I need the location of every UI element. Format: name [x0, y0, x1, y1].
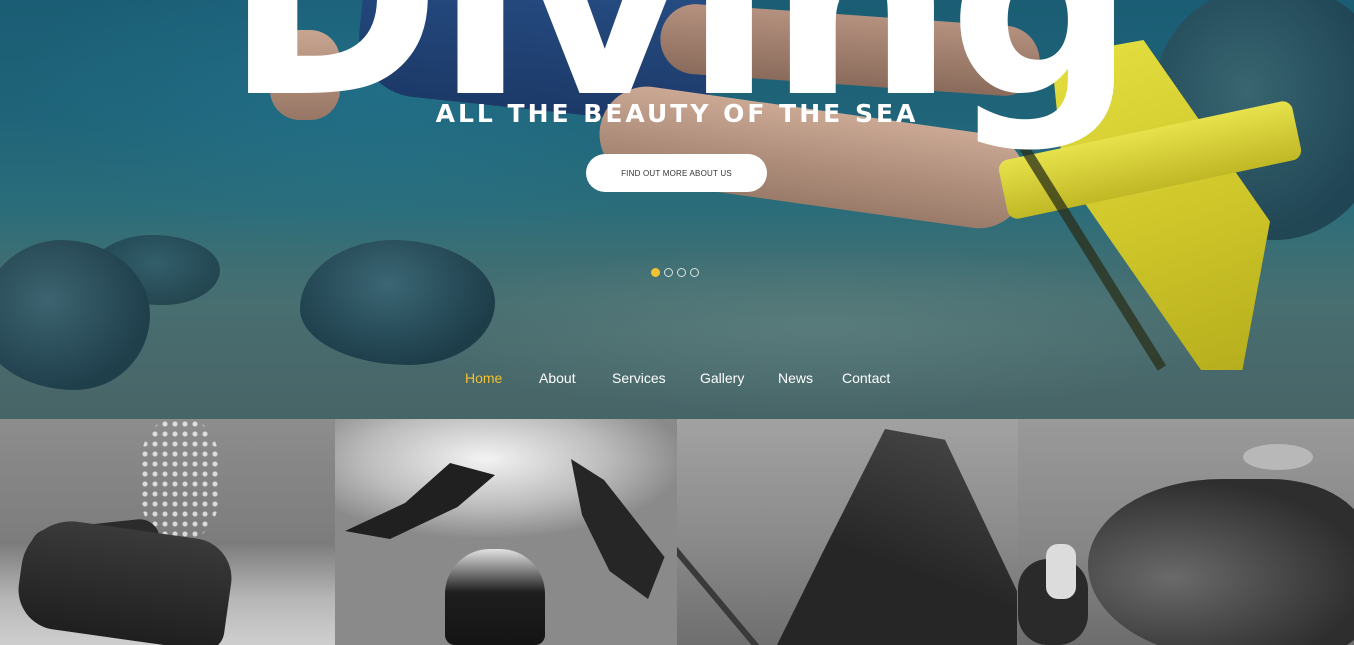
nav-item-about[interactable]: About — [539, 370, 576, 386]
find-out-more-button[interactable]: FIND OUT MORE ABOUT US — [586, 154, 767, 192]
coral-rock — [300, 240, 495, 365]
manta-ray-image — [571, 459, 665, 599]
slide-dot-3[interactable] — [677, 268, 686, 277]
hero-subtitle: ALL THE BEAUTY OF THE SEA — [435, 99, 919, 128]
gallery-tile-grouper[interactable] — [1018, 419, 1354, 645]
slide-dot-1[interactable] — [651, 268, 660, 277]
bubbles-image — [140, 419, 220, 539]
diver-image — [13, 514, 237, 645]
fish-image — [1243, 444, 1313, 470]
nav-item-contact[interactable]: Contact — [842, 370, 890, 386]
nav-item-news[interactable]: News — [778, 370, 813, 386]
diver-image — [445, 549, 545, 645]
shipwreck-image — [777, 429, 1017, 645]
slider-pagination — [651, 268, 699, 277]
slide-dot-2[interactable] — [664, 268, 673, 277]
nav-item-gallery[interactable]: Gallery — [700, 370, 744, 386]
gallery-tile-manta-rays[interactable] — [335, 419, 677, 645]
photo-gallery-strip — [0, 419, 1354, 645]
hero-banner: Diving ALL THE BEAUTY OF THE SEA FIND OU… — [0, 0, 1354, 419]
nav-item-home[interactable]: Home — [465, 370, 502, 386]
manta-ray-image — [345, 463, 495, 539]
slide-dot-4[interactable] — [690, 268, 699, 277]
main-nav: Home About Services Gallery News Contact — [0, 363, 1354, 393]
mast-image — [677, 500, 767, 645]
nav-item-services[interactable]: Services — [612, 370, 666, 386]
gallery-tile-shipwreck[interactable] — [677, 419, 1018, 645]
gallery-tile-diver[interactable] — [0, 419, 335, 645]
diver-hand-image — [1046, 544, 1076, 599]
grouper-image — [1088, 479, 1354, 645]
